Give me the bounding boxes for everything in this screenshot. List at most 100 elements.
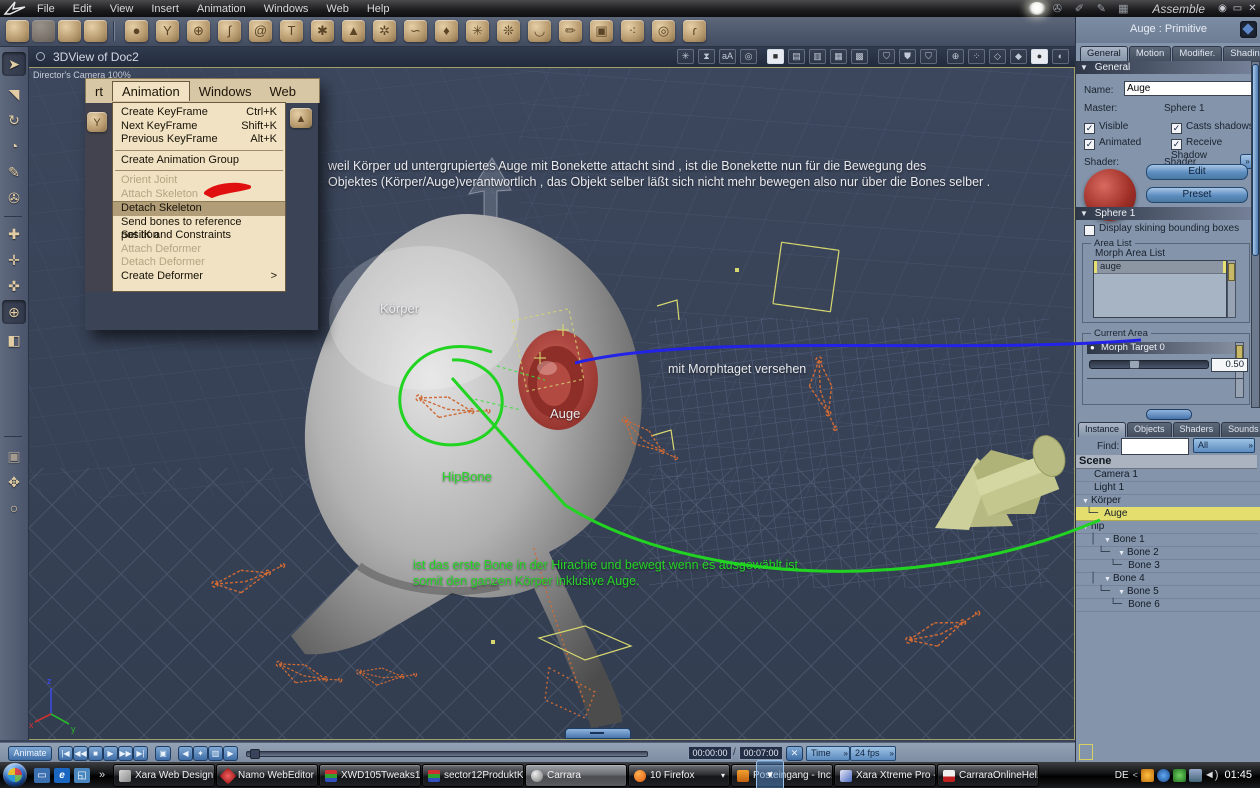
morph-value-field[interactable]: 0.50 <box>1211 358 1248 372</box>
eye-window-icon[interactable]: ◉ <box>1215 3 1230 14</box>
insert-target-icon[interactable]: ◎ <box>652 20 675 42</box>
morph-area-listbox[interactable]: auge <box>1093 260 1227 318</box>
find-input[interactable] <box>1121 438 1189 455</box>
menu-item-send-bones[interactable]: Send bones to reference position <box>113 216 285 242</box>
fps-dropdown[interactable]: 24 fps» <box>850 746 896 761</box>
model-room-icon[interactable]: ✇ <box>1046 2 1068 15</box>
insert-text-icon[interactable]: T <box>280 20 303 42</box>
box-corner-tool-icon[interactable]: ◧ <box>2 328 26 352</box>
menu-help[interactable]: Help <box>358 3 399 15</box>
camera-preset-front-icon[interactable]: ⛉ <box>878 49 895 64</box>
wireframe-mode-icon[interactable]: ◇ <box>989 49 1006 64</box>
quicklaunch-overflow-icon[interactable]: » <box>94 768 110 783</box>
animated-checkbox[interactable]: ✓ Animated <box>1084 137 1141 150</box>
go-start-button[interactable]: |◀ <box>58 746 73 761</box>
viewport-titlebar[interactable]: 3DView of Doc2 ✳ ⧗ aA ◎ ■ ▤ ▥ ▦ ▩ ⛉ ⛊ ⛉ … <box>28 46 1075 67</box>
rotate-tool-icon[interactable]: ↻ <box>2 108 26 132</box>
menu-edit[interactable]: Edit <box>64 3 101 15</box>
animate-toggle-button[interactable]: Animate <box>8 746 52 761</box>
shader-preset-button[interactable]: Preset <box>1146 187 1248 203</box>
insert-joint-icon[interactable]: ɾ <box>683 20 706 42</box>
render-room-icon[interactable]: ▦ <box>1112 2 1134 15</box>
tab-modifier[interactable]: Modifier. <box>1172 46 1223 61</box>
translate-axis-tool-icon[interactable]: ✜ <box>2 274 26 298</box>
insert-metaball-icon[interactable]: ⊕ <box>187 20 210 42</box>
select-arrow-tool-icon[interactable]: ➤ <box>2 52 26 76</box>
menu-item-previous-keyframe[interactable]: Previous KeyFrame Alt+K <box>113 133 285 147</box>
taskbar-sector12-archive[interactable]: sector12ProduktK... <box>422 764 524 787</box>
menu-file[interactable]: File <box>28 3 64 15</box>
morph-target-header[interactable]: Morph Target 0 <box>1087 342 1247 354</box>
scale-tool-icon[interactable]: ◔ <box>2 134 26 158</box>
tree-row-camera1[interactable]: Camera 1 <box>1076 468 1260 482</box>
morph-area-item-auge[interactable]: auge <box>1094 261 1226 274</box>
translate-xy-tool-icon[interactable]: ✚ <box>2 222 26 246</box>
bounding-box-mode-icon[interactable]: ⁘ <box>968 49 985 64</box>
insert-bone-icon[interactable]: ʃ <box>218 20 241 42</box>
time-scrubber-handle[interactable] <box>250 749 260 759</box>
maximize-window-icon[interactable]: ▭ <box>1230 3 1245 14</box>
tab-general[interactable]: General <box>1080 46 1128 61</box>
tree-row-hip[interactable]: ▼ hip <box>1076 520 1258 534</box>
menu-insert[interactable]: Insert <box>142 3 188 15</box>
tab-shading[interactable]: Shading <box>1223 46 1260 61</box>
track-view-icon[interactable]: ✳ <box>677 49 694 64</box>
axis-mode-icon[interactable]: ⊕ <box>947 49 964 64</box>
morph-slider-knob[interactable] <box>1129 360 1140 369</box>
current-time-field[interactable]: 00:00:00 <box>688 746 732 760</box>
casts-shadows-checkbox[interactable]: ✓ Casts shadows <box>1171 121 1254 134</box>
taskbar-xara-xtreme[interactable]: Xara Xtreme Pro -... <box>834 764 936 787</box>
shader-edit-button[interactable]: Edit <box>1146 164 1248 180</box>
textured-mode-icon[interactable]: ◐ <box>1052 49 1069 64</box>
internet-explorer-icon[interactable]: e <box>54 767 70 783</box>
total-time-field[interactable]: 00:07:00 <box>739 746 783 760</box>
tab-objects[interactable]: Objects <box>1127 422 1172 437</box>
taskbar-namo-webeditor[interactable]: Namo WebEditor <box>216 764 318 787</box>
storyboard-room-icon[interactable]: ✐ <box>1068 2 1090 15</box>
find-filter-dropdown[interactable]: All» <box>1193 438 1255 453</box>
ik-tool-icon[interactable] <box>58 20 81 42</box>
smooth-shade-mode-icon[interactable]: ● <box>1031 49 1048 64</box>
add-keyframe-button[interactable]: ✦ <box>193 746 208 761</box>
stop-button[interactable]: ■ <box>88 746 103 761</box>
layout-single-icon[interactable]: ■ <box>767 49 784 64</box>
hand-pan-tool-icon[interactable]: ✥ <box>2 470 26 494</box>
properties-scrollbar[interactable] <box>1251 61 1260 408</box>
insert-light-icon[interactable]: ✏ <box>559 20 582 42</box>
loop-button[interactable]: ▣ <box>155 746 171 761</box>
camera-preset-top-icon[interactable]: ⛉ <box>920 49 937 64</box>
morph-list-scrollbar[interactable] <box>1227 260 1236 318</box>
pan-hand-tool-icon[interactable] <box>32 20 55 42</box>
insert-vertex-object-icon[interactable]: Y <box>156 20 179 42</box>
general-section-header[interactable]: ▼ General <box>1076 61 1258 74</box>
taskbar-carrara[interactable]: Carrara <box>525 764 627 787</box>
overlay-menu-animation[interactable]: Animation <box>111 81 190 101</box>
taskbar-xara-web-designer[interactable]: Xara Web Design... <box>113 764 215 787</box>
insert-particles-icon[interactable]: ✱ <box>311 20 334 42</box>
viewport-collapse-handle[interactable] <box>565 728 631 739</box>
menu-web[interactable]: Web <box>317 3 357 15</box>
texture-room-icon[interactable]: ✎ <box>1090 2 1112 15</box>
tab-motion[interactable]: Motion <box>1128 46 1172 61</box>
camera-preset-side-icon[interactable]: ⛊ <box>899 49 916 64</box>
menu-item-detach-skeleton[interactable]: Detach Skeleton <box>113 201 285 216</box>
tab-shaders[interactable]: Shaders <box>1172 422 1221 437</box>
delete-keyframe-button[interactable]: ▥ <box>208 746 223 761</box>
tree-row-bone2[interactable]: └─ ▼ Bone 2 <box>1076 546 1260 560</box>
hourglass-icon[interactable]: ⧗ <box>698 49 715 64</box>
insert-fountain-icon[interactable]: ✳ <box>466 20 489 42</box>
flat-shade-mode-icon[interactable]: ◆ <box>1010 49 1027 64</box>
play-button[interactable]: ▶ <box>103 746 118 761</box>
close-timeline-button[interactable]: ✕ <box>786 746 803 761</box>
taskbar-xwd-tweaks-archive[interactable]: XWD105Tweaks1... <box>319 764 421 787</box>
text-size-icon[interactable]: aA <box>719 49 736 64</box>
tray-expand-icon[interactable]: < <box>1133 770 1138 780</box>
close-window-icon[interactable]: ✕ <box>1245 3 1260 14</box>
insert-fire-icon[interactable]: ♦ <box>435 20 458 42</box>
overlay-menu-windows[interactable]: Windows <box>190 82 261 101</box>
rewind-button[interactable]: ◀◀ <box>73 746 88 761</box>
tree-row-auge[interactable]: └─ Auge <box>1076 507 1260 521</box>
render-preview-icon[interactable]: ◎ <box>740 49 757 64</box>
insert-spline-icon[interactable]: @ <box>249 20 272 42</box>
insert-camera-icon[interactable]: ▣ <box>590 20 613 42</box>
